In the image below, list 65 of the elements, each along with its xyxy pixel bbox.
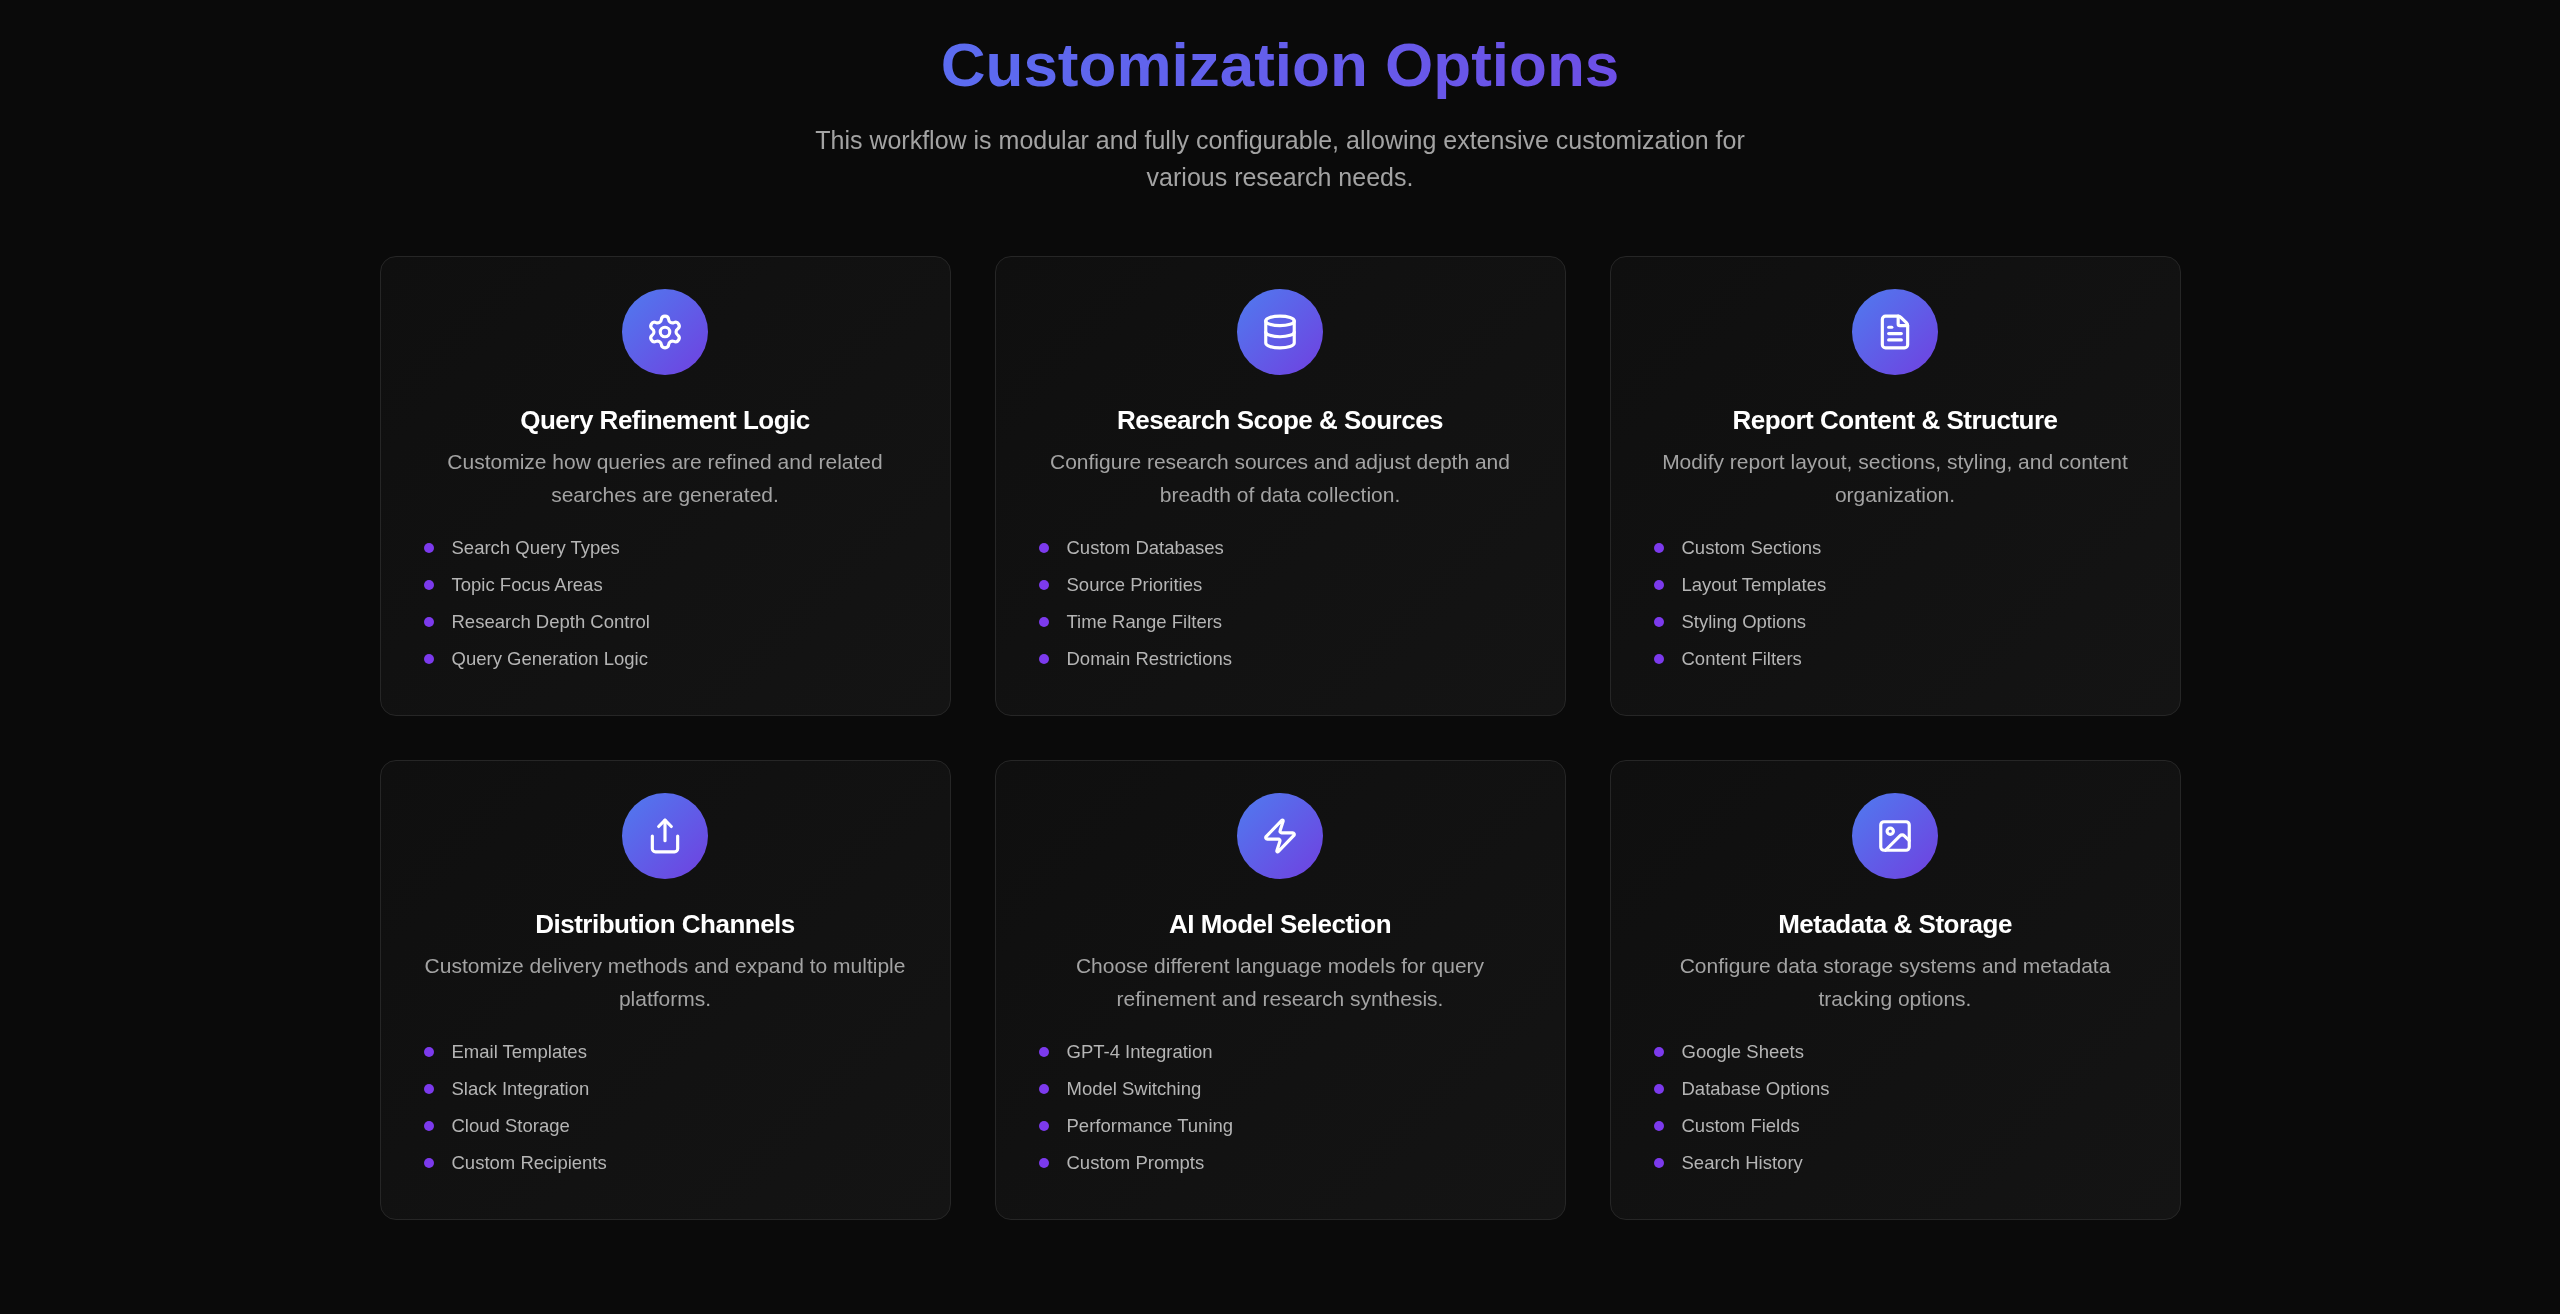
card-title: Query Refinement Logic bbox=[520, 404, 810, 437]
card-description: Modify report layout, sections, styling, and content organization. bbox=[1661, 449, 2129, 508]
feature-item: Google Sheets bbox=[1681, 1040, 1804, 1064]
feature-item: GPT-4 Integration bbox=[1066, 1040, 1213, 1064]
bullet-dot bbox=[1653, 579, 1664, 590]
card-description: Configure data storage systems and metadata tracking options. bbox=[1678, 953, 2112, 1012]
card-description: Customize delivery methods and expand to multiple platforms. bbox=[423, 953, 907, 1012]
feature-item: Search Query Types bbox=[451, 536, 620, 560]
bullet-dot bbox=[423, 1083, 434, 1094]
feature-item: Topic Focus Areas bbox=[451, 573, 603, 597]
bullet-dot bbox=[1038, 1120, 1049, 1131]
bullet-dot bbox=[1038, 579, 1049, 590]
card-description: Configure research sources and adjust depth and breadth of data collection. bbox=[1049, 449, 1511, 508]
bullet-dot bbox=[1038, 1157, 1049, 1168]
feature-item: Search History bbox=[1681, 1151, 1803, 1175]
feature-item: Email Templates bbox=[451, 1040, 587, 1064]
bullet-dot bbox=[1653, 1157, 1664, 1168]
database-icon bbox=[1261, 313, 1299, 351]
bullet-dot bbox=[1653, 653, 1664, 664]
bullet-dot bbox=[1653, 616, 1664, 627]
bullet-dot bbox=[1653, 1083, 1664, 1094]
bullet-dot bbox=[1653, 1046, 1664, 1057]
feature-item: Research Depth Control bbox=[451, 610, 650, 634]
card-title: Distribution Channels bbox=[535, 908, 795, 941]
card-title: Research Scope & Sources bbox=[1116, 404, 1444, 437]
feature-item: Custom Prompts bbox=[1066, 1151, 1205, 1175]
page-subtitle: This workflow is modular and fully configurable, allowing extensive customization for various research needs. bbox=[814, 125, 1746, 193]
bullet-dot bbox=[423, 1046, 434, 1057]
bullet-dot bbox=[1653, 542, 1664, 553]
bullet-dot bbox=[1653, 1120, 1664, 1131]
card-description: Choose different language models for query refinement and research synthesis. bbox=[1074, 953, 1486, 1012]
gear-icon bbox=[646, 313, 684, 351]
feature-item: Custom Recipients bbox=[451, 1151, 607, 1175]
feature-item: Cloud Storage bbox=[451, 1114, 570, 1138]
bullet-dot bbox=[423, 1120, 434, 1131]
card-description: Customize how queries are refined and related searches are generated. bbox=[446, 449, 884, 508]
feature-item: Styling Options bbox=[1681, 610, 1806, 634]
feature-item: Slack Integration bbox=[451, 1077, 590, 1101]
card-title: AI Model Selection bbox=[1168, 908, 1392, 941]
bullet-dot bbox=[423, 1157, 434, 1168]
feature-item: Layout Templates bbox=[1681, 573, 1827, 597]
card-title: Metadata & Storage bbox=[1778, 908, 2012, 941]
feature-item: Database Options bbox=[1681, 1077, 1830, 1101]
bullet-dot bbox=[1038, 1083, 1049, 1094]
bullet-dot bbox=[1038, 542, 1049, 553]
feature-item: Content Filters bbox=[1681, 647, 1802, 671]
feature-item: Custom Sections bbox=[1681, 536, 1822, 560]
bullet-dot bbox=[423, 653, 434, 664]
bullet-dot bbox=[1038, 616, 1049, 627]
feature-item: Custom Fields bbox=[1681, 1114, 1800, 1138]
bullet-dot bbox=[423, 542, 434, 553]
feature-item: Model Switching bbox=[1066, 1077, 1202, 1101]
bullet-dot bbox=[1038, 653, 1049, 664]
image-icon bbox=[1876, 817, 1914, 855]
lightning-icon bbox=[1261, 817, 1299, 855]
card-title: Report Content & Structure bbox=[1732, 404, 2058, 437]
feature-item: Query Generation Logic bbox=[451, 647, 648, 671]
bullet-dot bbox=[423, 616, 434, 627]
feature-item: Custom Databases bbox=[1066, 536, 1224, 560]
feature-item: Time Range Filters bbox=[1066, 610, 1223, 634]
feature-item: Source Priorities bbox=[1066, 573, 1203, 597]
bullet-dot bbox=[423, 579, 434, 590]
bullet-dot bbox=[1038, 1046, 1049, 1057]
feature-item: Domain Restrictions bbox=[1066, 647, 1233, 671]
feature-item: Performance Tuning bbox=[1066, 1114, 1234, 1138]
